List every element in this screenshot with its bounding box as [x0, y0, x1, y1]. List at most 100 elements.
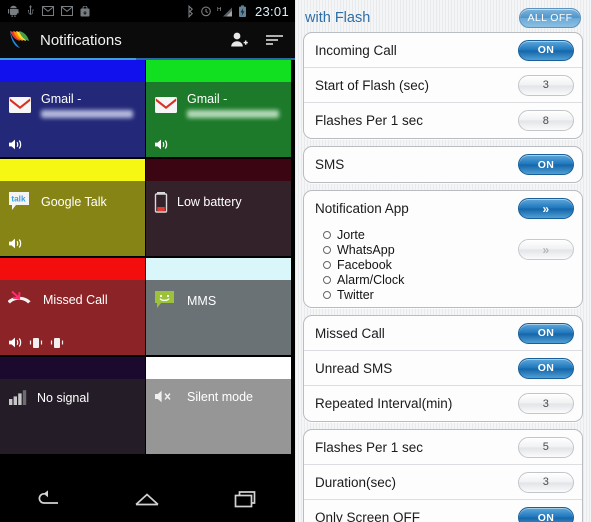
svg-text:H: H [217, 7, 221, 13]
setting-row-notification-app[interactable]: Notification App » [304, 191, 582, 226]
setting-row-flashes-per-sec[interactable]: Flashes Per 1 sec 8 [304, 103, 582, 138]
setting-row-flashes-per-sec-2[interactable]: Flashes Per 1 sec 5 [304, 430, 582, 465]
gmail-icon [9, 97, 31, 113]
tile-strip [0, 258, 145, 280]
notification-app-group: Notification App » Jorte WhatsApp Facebo… [303, 190, 583, 308]
tile-label: Google Talk [41, 194, 107, 209]
tile-no-signal[interactable]: No signal [0, 357, 146, 456]
radio-item-facebook[interactable]: Facebook [323, 257, 404, 272]
talk-icon: talk [9, 192, 29, 210]
tile-gmail-2[interactable]: Gmail - [146, 60, 292, 159]
radio-item-whatsapp[interactable]: WhatsApp [323, 242, 404, 257]
android-phone-panel: H 23:01 Notifications Gmail - Gmail - ta… [0, 0, 295, 522]
tile-silent-mode[interactable]: Silent mode [146, 357, 292, 456]
home-icon[interactable] [130, 489, 164, 511]
setting-row-duration[interactable]: Duration(sec) 3 [304, 465, 582, 500]
tile-body: MMS [146, 280, 291, 355]
radio-button-icon[interactable] [323, 290, 331, 299]
play-store-icon [80, 5, 90, 16]
missed-call-toggle[interactable]: ON [518, 322, 574, 344]
radio-label: WhatsApp [337, 242, 395, 257]
radio-button-icon[interactable] [323, 245, 331, 254]
tile-label: No signal [37, 390, 90, 405]
tile-foot-icons [8, 336, 65, 349]
tile-strip [146, 357, 291, 379]
tile-body: talk Google Talk [0, 181, 145, 256]
app-logo-icon [10, 31, 29, 48]
radio-button-icon[interactable] [323, 230, 331, 239]
radio-item-twitter[interactable]: Twitter [323, 287, 404, 302]
back-icon[interactable] [32, 489, 66, 511]
tile-body: Gmail - [0, 82, 145, 157]
setting-row-repeated-interval[interactable]: Repeated Interval(min) 3 [304, 386, 582, 421]
flash-settings-panel: with Flash ALL OFF Incoming Call ON Star… [295, 0, 591, 522]
tile-strip [146, 258, 291, 280]
radio-button-icon[interactable] [323, 275, 331, 284]
app-list-actions: » [518, 227, 574, 260]
svg-text:talk: talk [11, 195, 26, 204]
app-radio-group: Jorte WhatsApp Facebook Alarm/Clock Twit… [315, 227, 404, 302]
navigation-bar [0, 478, 295, 522]
setting-row-incoming-call[interactable]: Incoming Call ON [304, 33, 582, 68]
setting-row-sms[interactable]: SMS ON [304, 147, 582, 182]
radio-button-icon[interactable] [323, 260, 331, 269]
notification-app-list: Jorte WhatsApp Facebook Alarm/Clock Twit… [304, 226, 582, 307]
tile-foot-icons [8, 237, 23, 250]
gmail-icon [61, 6, 73, 16]
start-of-flash-value[interactable]: 3 [518, 74, 574, 96]
tile-strip [0, 357, 145, 379]
radio-item-jorte[interactable]: Jorte [323, 227, 404, 242]
setting-row-only-screen-off[interactable]: Only Screen OFF ON [304, 500, 582, 522]
repeated-interval-value[interactable]: 3 [518, 393, 574, 414]
flashes-per-sec-2-value[interactable]: 5 [518, 436, 574, 458]
sms-toggle[interactable]: ON [518, 154, 574, 175]
radio-item-alarm-clock[interactable]: Alarm/Clock [323, 272, 404, 287]
unread-sms-toggle[interactable]: ON [518, 357, 574, 379]
tile-label: Gmail - [41, 92, 82, 106]
settings-title: with Flash [305, 10, 371, 26]
signal-hspa-icon: H [217, 7, 232, 17]
flashes-per-sec-value[interactable]: 8 [518, 110, 574, 131]
flash-duration-group: Flashes Per 1 sec 5 Duration(sec) 3 Only… [303, 429, 583, 522]
battery-charging-icon [238, 4, 246, 17]
notification-app-chevron-button[interactable]: » [518, 198, 574, 219]
setting-label: Missed Call [315, 325, 385, 341]
tile-body: No signal [0, 379, 145, 454]
status-bar-left-icons [8, 5, 186, 17]
incoming-call-toggle[interactable]: ON [518, 39, 574, 61]
tile-strip [146, 159, 291, 181]
tile-missed-call[interactable]: Missed Call [0, 258, 146, 357]
app-list-more-button[interactable]: » [518, 239, 574, 260]
setting-label: Start of Flash (sec) [315, 77, 430, 93]
setting-row-start-of-flash[interactable]: Start of Flash (sec) 3 [304, 68, 582, 103]
status-bar-right-icons: H 23:01 [186, 4, 289, 19]
duration-value[interactable]: 3 [518, 471, 574, 493]
tile-blurred-email [41, 110, 133, 118]
tile-low-battery[interactable]: Low battery [146, 159, 292, 258]
tile-label: Silent mode [187, 389, 254, 404]
add-contact-icon[interactable] [229, 31, 249, 49]
tile-mms[interactable]: MMS [146, 258, 292, 357]
page-title: Notifications [40, 31, 122, 49]
status-bar-clock: 23:01 [254, 3, 289, 19]
all-off-button[interactable]: ALL OFF [519, 8, 581, 28]
setting-label: Flashes Per 1 sec [315, 113, 424, 128]
usb-icon [28, 5, 34, 15]
settings-header: with Flash ALL OFF [303, 4, 583, 32]
recents-icon[interactable] [229, 489, 263, 511]
tile-gmail-1[interactable]: Gmail - [0, 60, 146, 159]
tile-google-talk[interactable]: talk Google Talk [0, 159, 146, 258]
tile-body: Gmail - [146, 82, 291, 157]
setting-row-unread-sms[interactable]: Unread SMS ON [304, 351, 582, 386]
mms-icon [155, 291, 174, 308]
tile-strip [0, 159, 145, 181]
no-signal-icon [9, 390, 27, 405]
setting-label: Notification App [315, 201, 409, 216]
gmail-icon [155, 97, 177, 113]
only-screen-off-toggle[interactable]: ON [518, 507, 574, 522]
sound-icon [9, 139, 22, 150]
action-bar: Notifications [0, 22, 295, 58]
sound-icon [9, 238, 22, 249]
sort-icon[interactable] [265, 33, 285, 47]
setting-row-missed-call[interactable]: Missed Call ON [304, 316, 582, 351]
